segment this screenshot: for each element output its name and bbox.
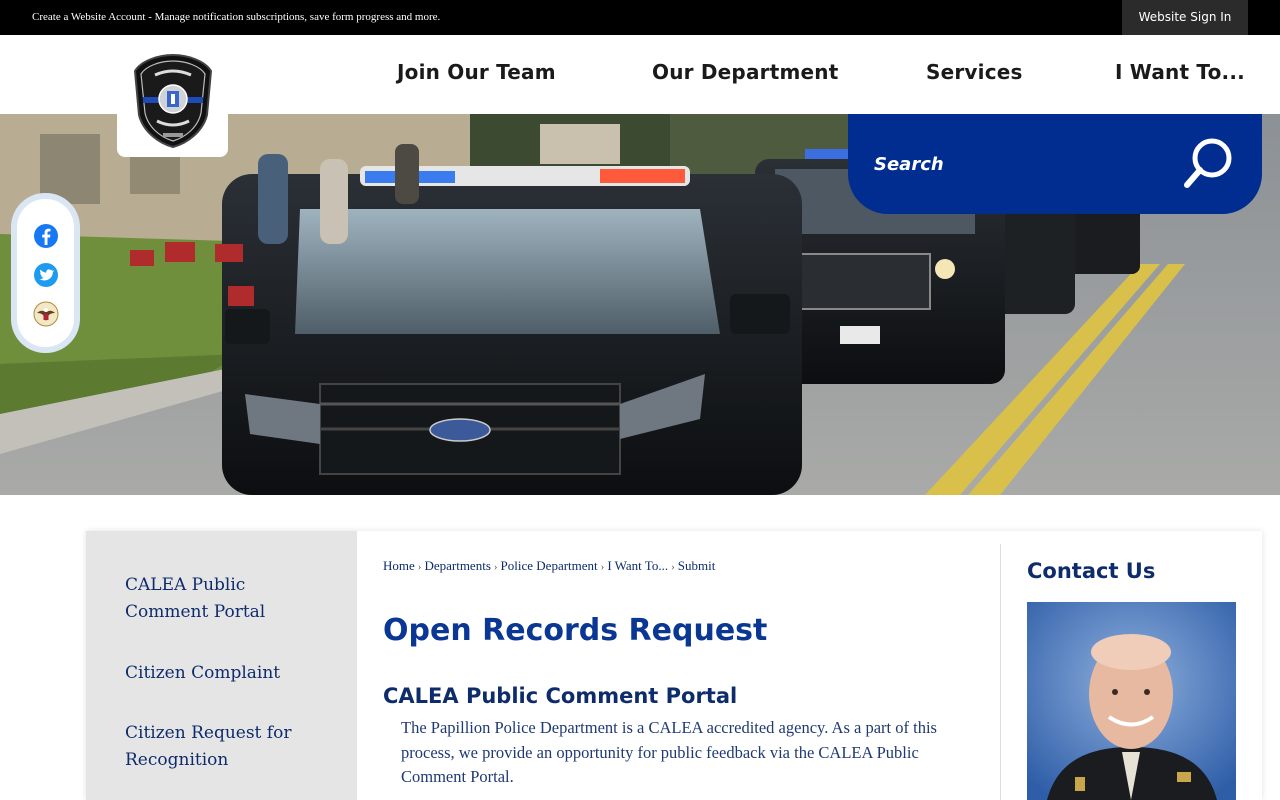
section-body: The Papillion Police Department is a CAL…: [401, 718, 937, 786]
search-icon: [1184, 138, 1232, 188]
bald-eagle-seal-icon[interactable]: [33, 301, 59, 327]
page-content: CALEA Public Comment Portal Citizen Comp…: [86, 531, 1262, 800]
column-divider: [1000, 544, 1001, 800]
nav-our-department[interactable]: Our Department: [652, 60, 838, 84]
logo-card[interactable]: [117, 35, 228, 157]
breadcrumb-i-want-to[interactable]: I Want To...: [607, 558, 668, 573]
police-badge-logo: [133, 53, 213, 149]
search-input[interactable]: [868, 144, 1168, 184]
breadcrumb: Home › Departments › Police Department › I Wan…: [383, 558, 716, 573]
page-title: Open Records Request: [383, 613, 768, 648]
search-button[interactable]: [1178, 136, 1238, 192]
twitter-icon[interactable]: [33, 262, 59, 288]
chief-portrait-photo: [1027, 602, 1236, 800]
facebook-icon[interactable]: [33, 223, 59, 249]
section-title: CALEA Public Comment Portal: [383, 684, 738, 708]
nav-join-our-team[interactable]: Join Our Team: [397, 60, 556, 84]
sidebar-nav: CALEA Public Comment Portal Citizen Comp…: [86, 531, 357, 800]
top-utility-bar: Create a Website Account - Manage notifi…: [0, 0, 1280, 35]
contact-us-title: Contact Us: [1027, 559, 1156, 583]
breadcrumb-home[interactable]: Home: [383, 558, 415, 573]
nav-i-want-to[interactable]: I Want To...: [1115, 60, 1245, 84]
website-sign-in-button[interactable]: Website Sign In: [1122, 0, 1248, 35]
sidebar-item-citizen-request-for-recognition[interactable]: Citizen Request for Recognition: [125, 720, 325, 774]
breadcrumb-submit[interactable]: Submit: [678, 558, 716, 573]
create-account-link[interactable]: Create a Website Account - Manage notifi…: [32, 11, 440, 23]
sidebar-item-calea-public-comment-portal[interactable]: CALEA Public Comment Portal: [125, 572, 325, 626]
breadcrumb-departments[interactable]: Departments: [424, 558, 490, 573]
search-panel: [848, 114, 1262, 214]
main-content: Home › Departments › Police Department › I Wan…: [383, 531, 993, 800]
nav-services[interactable]: Services: [926, 60, 1023, 84]
breadcrumb-police-department[interactable]: Police Department: [501, 558, 598, 573]
social-media-bar: [11, 193, 80, 353]
sidebar-item-citizen-complaint[interactable]: Citizen Complaint: [125, 660, 325, 687]
